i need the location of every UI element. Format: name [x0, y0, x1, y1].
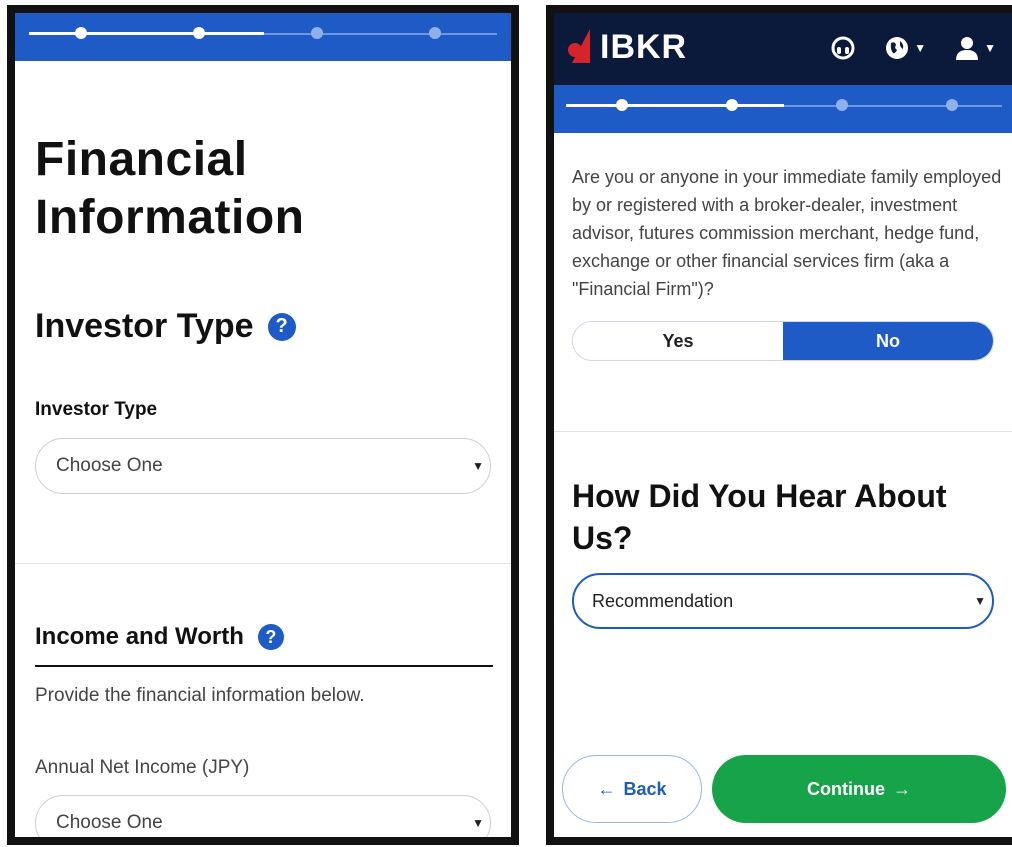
caret-down-icon: ▼	[472, 816, 484, 830]
arrow-right-icon: →	[893, 778, 911, 799]
heading-underline	[35, 665, 493, 667]
header-icon-group: ▼ ▼	[830, 35, 996, 61]
toggle-yes-button[interactable]: Yes	[573, 322, 783, 360]
help-icon[interactable]: ?	[257, 624, 284, 650]
toggle-no-button[interactable]: No	[783, 322, 993, 360]
ibkr-logo[interactable]: IBKR	[568, 27, 687, 67]
caret-down-icon: ▼	[472, 459, 484, 473]
app-header: IBKR ▼ ▼	[554, 13, 1012, 85]
help-icon[interactable]: ?	[267, 312, 296, 341]
support-headset-icon[interactable]	[830, 35, 856, 61]
arrow-left-icon: ←	[597, 778, 616, 799]
step-2-dot	[193, 27, 205, 39]
user-icon[interactable]: ▼	[954, 35, 996, 61]
investor-type-select[interactable]: Choose One ▼	[35, 438, 491, 494]
investor-type-heading: Investor Type ?	[35, 307, 296, 346]
annual-income-label: Annual Net Income (JPY)	[35, 757, 250, 778]
step-2-dot	[726, 99, 738, 111]
step-4-dot	[946, 99, 958, 111]
ibkr-logo-mark-icon	[568, 27, 596, 67]
continue-button[interactable]: Continue →	[712, 755, 1006, 823]
yes-no-toggle: Yes No	[572, 321, 994, 361]
chevron-down-icon: ▼	[984, 41, 996, 55]
step-3-dot	[836, 99, 848, 111]
back-button[interactable]: ← Back	[562, 755, 702, 823]
page-title: Financial Information	[35, 133, 305, 244]
step-1-dot	[75, 27, 87, 39]
right-phone-screen: IBKR ▼ ▼ Are you or anyone in your immed…	[546, 5, 1012, 845]
left-phone-screen: Financial Information Investor Type ? In…	[7, 5, 519, 845]
annual-income-select[interactable]: Choose One ▼	[35, 795, 491, 837]
step-3-dot	[311, 27, 323, 39]
financial-firm-question: Are you or anyone in your immediate fami…	[572, 167, 1002, 299]
investor-type-label: Investor Type	[35, 399, 158, 420]
section-divider	[554, 431, 1012, 432]
progress-stepper	[15, 13, 511, 61]
income-description: Provide the financial information below.	[35, 685, 365, 706]
globe-icon[interactable]: ▼	[884, 35, 926, 61]
referral-source-select[interactable]: Recommendation ▼	[572, 573, 994, 629]
section-divider	[15, 563, 511, 564]
progress-stepper	[554, 85, 1012, 133]
caret-down-icon: ▼	[974, 594, 986, 608]
how-did-you-hear-heading: How Did You Hear About Us?	[572, 478, 947, 556]
step-4-dot	[429, 27, 441, 39]
chevron-down-icon: ▼	[914, 41, 927, 55]
step-1-dot	[616, 99, 628, 111]
income-worth-heading: Income and Worth ?	[35, 623, 284, 651]
